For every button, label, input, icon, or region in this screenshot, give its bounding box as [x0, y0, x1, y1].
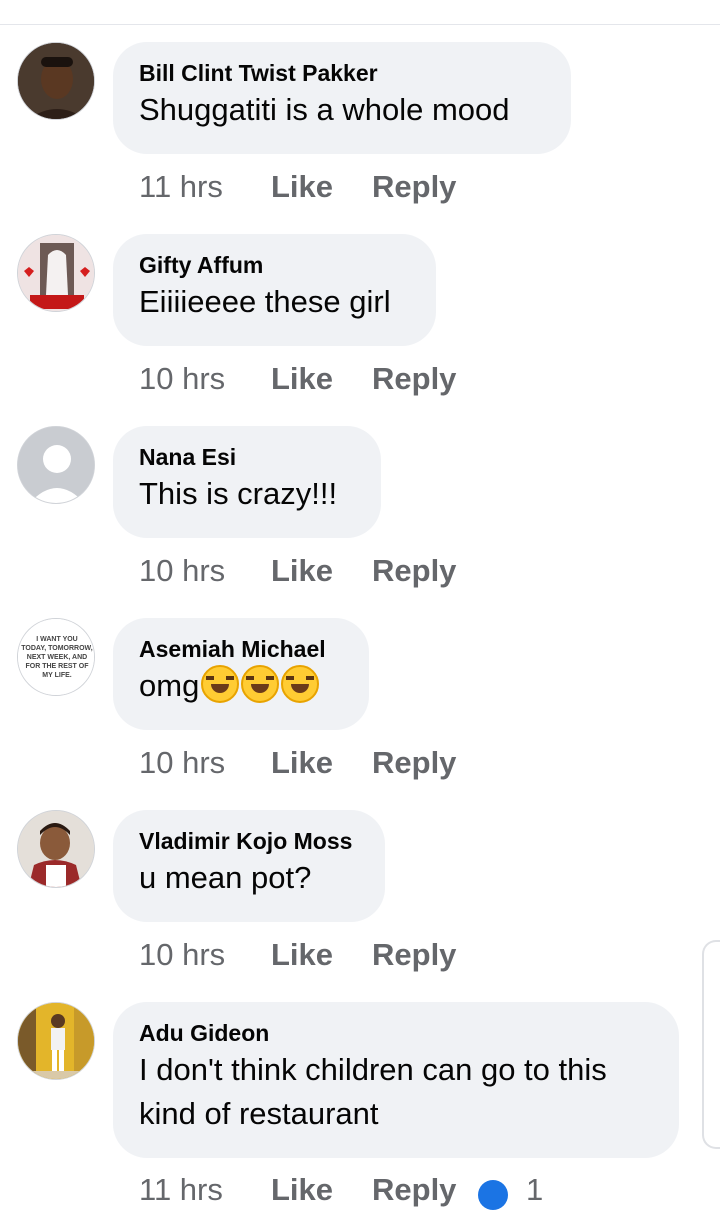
reply-button[interactable]: Reply — [372, 359, 456, 399]
avatar[interactable] — [17, 810, 95, 888]
reply-button[interactable]: Reply — [372, 1170, 456, 1210]
comment-text-line: kind of restaurant — [139, 1096, 379, 1131]
like-button[interactable]: Like — [271, 935, 333, 975]
comment-bubble: Adu Gideon I don't think children can go… — [113, 1002, 679, 1158]
divider — [0, 24, 720, 25]
comment-time[interactable]: 11 hrs — [139, 167, 223, 207]
comment-bubble: Asemiah Michael omg — [113, 618, 369, 730]
reply-button[interactable]: Reply — [372, 743, 456, 783]
comment-text: Eiiiieeee these girl — [139, 284, 391, 319]
svg-text:I WANT YOU: I WANT YOU — [36, 636, 77, 643]
svg-text:FOR THE REST OF: FOR THE REST OF — [26, 663, 90, 670]
comment-bubble: Vladimir Kojo Moss u mean pot? — [113, 810, 385, 922]
reply-button[interactable]: Reply — [372, 551, 456, 591]
comment-text: u mean pot? — [139, 860, 312, 895]
comment-author[interactable]: Asemiah Michael — [139, 634, 343, 664]
comment-text: omg — [139, 664, 343, 708]
comment-author[interactable]: Vladimir Kojo Moss — [139, 826, 359, 856]
like-button[interactable]: Like — [271, 1170, 333, 1210]
comment-time[interactable]: 11 hrs — [139, 1170, 223, 1210]
avatar[interactable] — [17, 426, 95, 504]
comment-time[interactable]: 10 hrs — [139, 551, 225, 591]
comment-time[interactable]: 10 hrs — [139, 935, 225, 975]
like-reaction-icon[interactable] — [478, 1180, 508, 1210]
rolling-on-floor-laughing-icon — [281, 665, 320, 703]
comment-author[interactable]: Gifty Affum — [139, 250, 410, 280]
svg-text:MY LIFE.: MY LIFE. — [42, 672, 71, 679]
svg-text:NEXT WEEK, AND: NEXT WEEK, AND — [27, 654, 87, 661]
comment-text-value: omg — [139, 668, 200, 703]
reaction-count[interactable]: 1 — [526, 1170, 543, 1210]
like-button[interactable]: Like — [271, 167, 333, 207]
reply-button[interactable]: Reply — [372, 167, 456, 207]
like-button[interactable]: Like — [271, 551, 333, 591]
avatar[interactable] — [17, 1002, 95, 1080]
like-button[interactable]: Like — [271, 359, 333, 399]
comment-author[interactable]: Bill Clint Twist Pakker — [139, 58, 545, 88]
comment-text: Shuggatiti is a whole mood — [139, 92, 510, 127]
comment-bubble: Nana Esi This is crazy!!! — [113, 426, 381, 538]
comment-bubble: Bill Clint Twist Pakker Shuggatiti is a … — [113, 42, 571, 154]
floating-side-tab[interactable] — [702, 940, 720, 1149]
avatar[interactable] — [17, 42, 95, 120]
comment-time[interactable]: 10 hrs — [139, 359, 225, 399]
svg-text:TODAY, TOMORROW,: TODAY, TOMORROW, — [21, 645, 92, 652]
comment-author[interactable]: Nana Esi — [139, 442, 355, 472]
default-avatar-icon — [18, 427, 94, 503]
avatar[interactable] — [17, 234, 95, 312]
like-button[interactable]: Like — [271, 743, 333, 783]
reply-button[interactable]: Reply — [372, 935, 456, 975]
rolling-on-floor-laughing-icon — [201, 665, 240, 703]
rolling-on-floor-laughing-icon — [241, 665, 280, 703]
comment-bubble: Gifty Affum Eiiiieeee these girl — [113, 234, 436, 346]
comment-author[interactable]: Adu Gideon — [139, 1018, 653, 1048]
avatar[interactable]: I WANT YOU TODAY, TOMORROW, NEXT WEEK, A… — [17, 618, 95, 696]
comment-time[interactable]: 10 hrs — [139, 743, 225, 783]
comment-text-line: I don't think children can go to this — [139, 1052, 607, 1087]
comment-text: This is crazy!!! — [139, 476, 338, 511]
